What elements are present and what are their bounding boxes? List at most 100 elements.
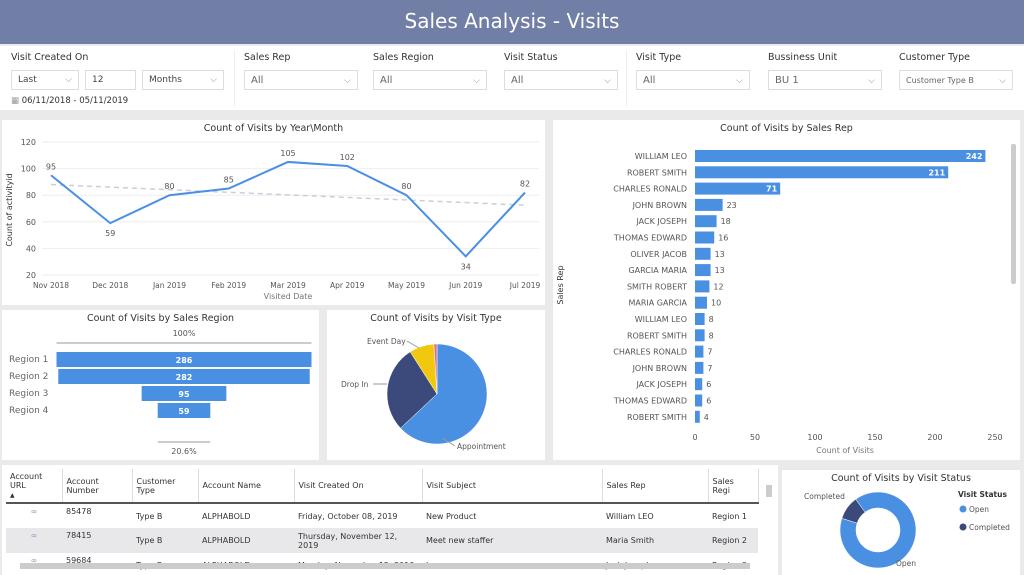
data-label: 105 bbox=[280, 149, 295, 158]
y-axis-title: Sales Rep bbox=[556, 265, 565, 304]
x-tick-label: Dec 2018 bbox=[92, 281, 128, 290]
data-label: 18 bbox=[721, 217, 731, 226]
relative-mode-dropdown[interactable]: Last ⌵ bbox=[11, 70, 79, 90]
x-tick-label: 200 bbox=[927, 433, 942, 442]
filter-label: Customer Type bbox=[899, 52, 970, 63]
line-chart-panel: Count of Visits by Year\Month 20 40 60 80 10… bbox=[2, 120, 545, 305]
column-header[interactable]: Account URL ▲ bbox=[6, 469, 63, 503]
filter-visit-status-dropdown[interactable]: All ⌵ bbox=[504, 70, 618, 90]
category-label: JACK JOSEPH bbox=[635, 217, 687, 226]
category-label: ROBERT SMITH bbox=[627, 331, 687, 340]
data-label: 211 bbox=[928, 168, 945, 177]
sales-rep-chart-panel: Count of Visits by Sales Rep WILLIAM LEO… bbox=[553, 120, 1020, 460]
chevron-down-icon: ⌵ bbox=[344, 76, 351, 86]
dropdown-value: Months bbox=[149, 75, 182, 85]
category-label: THOMAS EDWARD bbox=[613, 397, 687, 406]
x-tick-label: Jun 2019 bbox=[448, 281, 482, 290]
category-label: WILLIAM LEO bbox=[635, 315, 687, 324]
filter-business-unit-dropdown[interactable]: BU 1 ⌵ bbox=[768, 70, 882, 90]
category-label: CHARLES RONALD bbox=[613, 348, 687, 357]
x-tick-label: Jan 2019 bbox=[152, 281, 186, 290]
column-header[interactable]: Account Name bbox=[198, 469, 295, 503]
visit-type-pie-chart: Appointment Drop In Event Day bbox=[341, 337, 506, 451]
data-label: 6 bbox=[706, 380, 711, 389]
column-header[interactable]: Sales Regi bbox=[708, 469, 759, 503]
column-header[interactable]: Sales Rep bbox=[602, 469, 709, 503]
data-label: 82 bbox=[520, 180, 530, 189]
filter-visit-type-dropdown[interactable]: All ⌵ bbox=[636, 70, 750, 90]
column-header[interactable]: Visit Created On bbox=[294, 469, 423, 503]
x-tick-label: May 2019 bbox=[388, 281, 425, 290]
x-tick-label: Jul 2019 bbox=[509, 281, 541, 290]
table-cell: New Product bbox=[426, 511, 477, 521]
chevron-down-icon: ⌵ bbox=[604, 76, 611, 86]
filter-customer-type-dropdown[interactable]: Customer Type B ⌵ bbox=[899, 70, 1013, 90]
category-label: WILLIAM LEO bbox=[635, 152, 687, 161]
data-label: 95 bbox=[178, 390, 190, 399]
dropdown-value: BU 1 bbox=[775, 75, 799, 86]
category-label: Region 1 bbox=[9, 355, 48, 365]
dropdown-value: All bbox=[643, 75, 656, 86]
bar bbox=[695, 150, 986, 162]
dropdown-value: All bbox=[251, 75, 264, 86]
divider bbox=[626, 50, 627, 106]
x-axis-title: Count of Visits bbox=[816, 446, 874, 455]
visit-status-donut-chart: Completed Open Visit Status Open Completed bbox=[804, 490, 1010, 569]
slice-label: Open bbox=[896, 559, 916, 568]
y-tick-label: 80 bbox=[26, 191, 36, 200]
region-funnel-panel: Count of Visits by Sales Region 100% Regi… bbox=[2, 310, 319, 460]
sales-rep-bar-chart: WILLIAM LEO 242 ROBERT SMITH 211 CHARLES RON… bbox=[556, 144, 1016, 455]
bottom-percent-label: 20.6% bbox=[171, 447, 197, 456]
link-icon[interactable]: ∞ bbox=[6, 503, 62, 528]
chevron-down-icon: ⌵ bbox=[65, 75, 72, 85]
y-tick-label: 60 bbox=[26, 218, 36, 227]
data-label: 8 bbox=[709, 315, 714, 324]
table-cell: ALPHABOLD bbox=[202, 511, 251, 521]
column-header[interactable]: Customer Type bbox=[132, 469, 199, 503]
data-label: 80 bbox=[164, 182, 174, 191]
filter-label: Sales Rep bbox=[244, 52, 291, 63]
dropdown-value: All bbox=[511, 75, 524, 86]
data-label: 13 bbox=[715, 250, 725, 259]
visit-type-pie-panel: Count of Visits by Visit Type Appointmen… bbox=[327, 310, 545, 460]
category-label: JOHN BROWN bbox=[632, 201, 687, 210]
data-label: 286 bbox=[176, 356, 193, 365]
x-tick-label: Nov 2018 bbox=[33, 281, 69, 290]
filter-visit-created-on: Visit Created On Last ⌵ 12 Months ⌵ ▦ 06/1… bbox=[0, 46, 234, 110]
vertical-scrollbar[interactable] bbox=[766, 485, 772, 497]
x-tick-label: 100 bbox=[807, 433, 822, 442]
data-label: 16 bbox=[718, 234, 728, 243]
category-label: OLIVER JACOB bbox=[630, 250, 687, 259]
y-tick-label: 20 bbox=[26, 271, 36, 280]
slice-label: Completed bbox=[804, 492, 845, 501]
category-label: MARIA GARCIA bbox=[628, 299, 687, 308]
column-header[interactable]: Visit Subject bbox=[422, 469, 603, 503]
page-title: Sales Analysis - Visits bbox=[0, 0, 1024, 44]
category-label: CHARLES RONALD bbox=[613, 185, 687, 194]
link-icon[interactable]: ∞ bbox=[6, 528, 62, 553]
column-header[interactable]: Account Number bbox=[62, 469, 133, 503]
chevron-down-icon: ⌵ bbox=[210, 75, 217, 85]
table-cell: Thursday, November 12, 2019 bbox=[294, 528, 422, 553]
data-label: 102 bbox=[340, 153, 355, 162]
table-cell: Type B bbox=[136, 511, 163, 521]
filter-sales-region-dropdown[interactable]: All ⌵ bbox=[373, 70, 487, 90]
data-label: 85 bbox=[224, 176, 234, 185]
table-row[interactable]: ∞ 85478 Type B ALPHABOLD Friday, October 08,… bbox=[6, 503, 758, 528]
visits-table-panel: Account URL ▲ Account Number Customer Type A… bbox=[2, 465, 778, 575]
x-tick-label: Apr 2019 bbox=[330, 281, 365, 290]
bar bbox=[695, 198, 723, 211]
unit-dropdown[interactable]: Months ⌵ bbox=[142, 70, 224, 90]
filter-sales-rep-dropdown[interactable]: All ⌵ bbox=[244, 70, 358, 90]
bar bbox=[695, 280, 710, 293]
horizontal-scrollbar[interactable] bbox=[20, 563, 750, 569]
table-cell: Region 1 bbox=[712, 511, 748, 521]
count-input[interactable]: 12 bbox=[85, 70, 136, 90]
table-cell: Meet new staffer bbox=[422, 528, 602, 553]
bar bbox=[695, 313, 705, 325]
bar bbox=[695, 264, 711, 277]
table-cell: 85478 bbox=[66, 507, 92, 516]
dropdown-value: Last bbox=[18, 75, 37, 85]
table-row[interactable]: ∞ 78415 Type B ALPHABOLD Thursday, November … bbox=[6, 528, 758, 553]
bar bbox=[695, 215, 717, 228]
